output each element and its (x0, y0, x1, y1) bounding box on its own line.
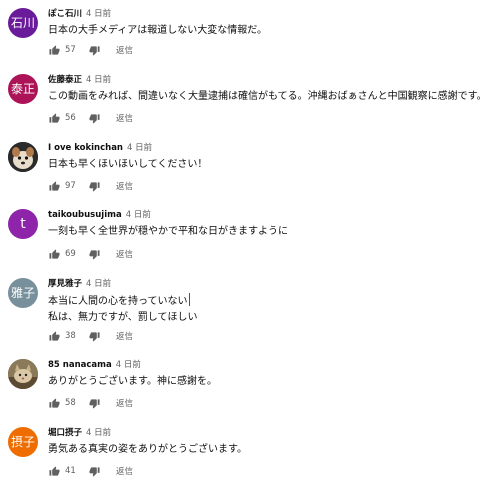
comment-text: 日本も早くほいほいしてください！ (48, 157, 207, 173)
reply-button[interactable]: 返信 (116, 180, 133, 192)
dislike-button[interactable] (88, 465, 100, 477)
comment-text: 日本の大手メディアは報道しない大変な情報だ。 (48, 23, 267, 39)
comment-line: 勇気ある真実の姿をありがとうございます。 (48, 444, 247, 455)
thumbs-up-icon (48, 112, 60, 123)
thumbs-down-icon (88, 466, 100, 477)
thumbs-down-icon (88, 181, 100, 192)
author-name[interactable]: 佐藤泰正 (48, 75, 82, 85)
thumbs-down-icon (88, 249, 100, 260)
avatar[interactable]: 泰正 (8, 74, 38, 104)
like-button[interactable] (48, 112, 60, 124)
author-name[interactable]: ぽこ石川 (48, 9, 82, 19)
author-name[interactable]: 厚見雅子 (48, 279, 82, 289)
comment-header: taikoubusujima 4 日前 (48, 210, 151, 221)
comment-actions: 97 返信 (48, 179, 133, 193)
thumbs-up-icon (48, 330, 60, 341)
author-name[interactable]: 85 nanacama (48, 360, 112, 370)
reply-button[interactable]: 返信 (116, 465, 133, 477)
like-count: 69 (65, 249, 76, 259)
comment-line-text: 本当に人間の心を持っていない (48, 296, 188, 307)
author-name[interactable]: I ove kokinchan (48, 143, 123, 153)
like-count: 38 (65, 331, 76, 341)
reply-button[interactable]: 返信 (116, 397, 133, 409)
reply-button[interactable]: 返信 (116, 44, 133, 56)
like-button[interactable] (48, 465, 60, 477)
timestamp[interactable]: 4 日前 (126, 210, 151, 220)
author-name[interactable]: 堀口摂子 (48, 428, 82, 438)
comment-header: I ove kokinchan 4 日前 (48, 143, 152, 154)
like-button[interactable] (48, 44, 60, 56)
comment-actions: 56 返信 (48, 111, 133, 125)
like-button[interactable] (48, 397, 60, 409)
timestamp[interactable]: 4 日前 (86, 9, 111, 19)
cat-photo-avatar (8, 359, 38, 389)
comment-text: 勇気ある真実の姿をありがとうございます。 (48, 442, 247, 458)
comment-text: ありがとうございます。神に感謝を。 (48, 374, 217, 390)
like-count: 41 (65, 466, 76, 476)
thumbs-down-icon (88, 113, 100, 124)
like-count: 57 (65, 45, 76, 55)
comment-line: ありがとうございます。神に感謝を。 (48, 376, 217, 387)
like-button[interactable] (48, 248, 60, 260)
thumbs-up-icon (48, 397, 60, 408)
comment-line: この動画をみれば、間違いなく大量逮捕は確信がもてる。沖縄おばぁさんと中国観察に感… (48, 91, 480, 102)
comment-header: 厚見雅子 4 日前 (48, 279, 111, 290)
timestamp[interactable]: 4 日前 (86, 279, 111, 289)
comment-actions: 41 返信 (48, 464, 133, 478)
comment-line: 一刻も早く全世界が穏やかで平和な日がきますように (48, 226, 288, 237)
comment-line: 日本も早くほいほいしてください！ (48, 159, 208, 170)
dog-photo-avatar (8, 142, 38, 172)
avatar[interactable]: 雅子 (8, 278, 38, 308)
like-count: 56 (65, 113, 76, 123)
comment-header: ぽこ石川 4 日前 (48, 9, 111, 20)
like-count: 58 (65, 398, 76, 408)
thumbs-up-icon (48, 44, 60, 55)
comment-header: 佐藤泰正 4 日前 (48, 75, 111, 86)
comment-text: 本当に人間の心を持っていない 私は、無力ですが、罰してほしい (48, 293, 198, 326)
like-count: 97 (65, 181, 76, 191)
avatar[interactable]: 摂子 (8, 427, 38, 457)
comment-actions: 57 返信 (48, 43, 133, 57)
timestamp[interactable]: 4 日前 (116, 360, 141, 370)
author-name[interactable]: taikoubusujima (48, 210, 122, 220)
reply-button[interactable]: 返信 (116, 330, 133, 342)
comment-text: 一刻も早く全世界が穏やかで平和な日がきますように (48, 224, 288, 240)
avatar[interactable]: t (8, 209, 38, 239)
thumbs-down-icon (88, 331, 100, 342)
comment-list: 石川 ぽこ石川 4 日前 日本の大手メディアは報道しない大変な情報だ。 57 返信… (0, 0, 480, 484)
timestamp[interactable]: 4 日前 (127, 143, 152, 153)
dislike-button[interactable] (88, 248, 100, 260)
timestamp[interactable]: 4 日前 (86, 428, 111, 438)
thumbs-up-icon (48, 248, 60, 259)
comment-text: この動画をみれば、間違いなく大量逮捕は確信がもてる。沖縄おばぁさんと中国観察に感… (48, 89, 480, 105)
thumbs-up-icon (48, 465, 60, 476)
text-cursor (188, 293, 190, 306)
dislike-button[interactable] (88, 44, 100, 56)
comment-header: 85 nanacama 4 日前 (48, 360, 141, 371)
thumbs-down-icon (88, 398, 100, 409)
like-button[interactable] (48, 330, 60, 342)
like-button[interactable] (48, 180, 60, 192)
avatar[interactable] (8, 359, 38, 389)
comment-actions: 69 返信 (48, 247, 133, 261)
thumbs-up-icon (48, 180, 60, 191)
comment-actions: 38 返信 (48, 329, 133, 343)
dislike-button[interactable] (88, 112, 100, 124)
dislike-button[interactable] (88, 180, 100, 192)
avatar[interactable] (8, 142, 38, 172)
reply-button[interactable]: 返信 (116, 248, 133, 260)
thumbs-down-icon (88, 45, 100, 56)
comment-line: 日本の大手メディアは報道しない大変な情報だ。 (48, 25, 267, 36)
comment-line: 本当に人間の心を持っていない (48, 293, 198, 310)
comment-actions: 58 返信 (48, 396, 133, 410)
timestamp[interactable]: 4 日前 (86, 75, 111, 85)
dislike-button[interactable] (88, 330, 100, 342)
avatar[interactable]: 石川 (8, 8, 38, 38)
comment-header: 堀口摂子 4 日前 (48, 428, 111, 439)
dislike-button[interactable] (88, 397, 100, 409)
comment-line: 私は、無力ですが、罰してほしい (48, 312, 198, 323)
reply-button[interactable]: 返信 (116, 112, 133, 124)
